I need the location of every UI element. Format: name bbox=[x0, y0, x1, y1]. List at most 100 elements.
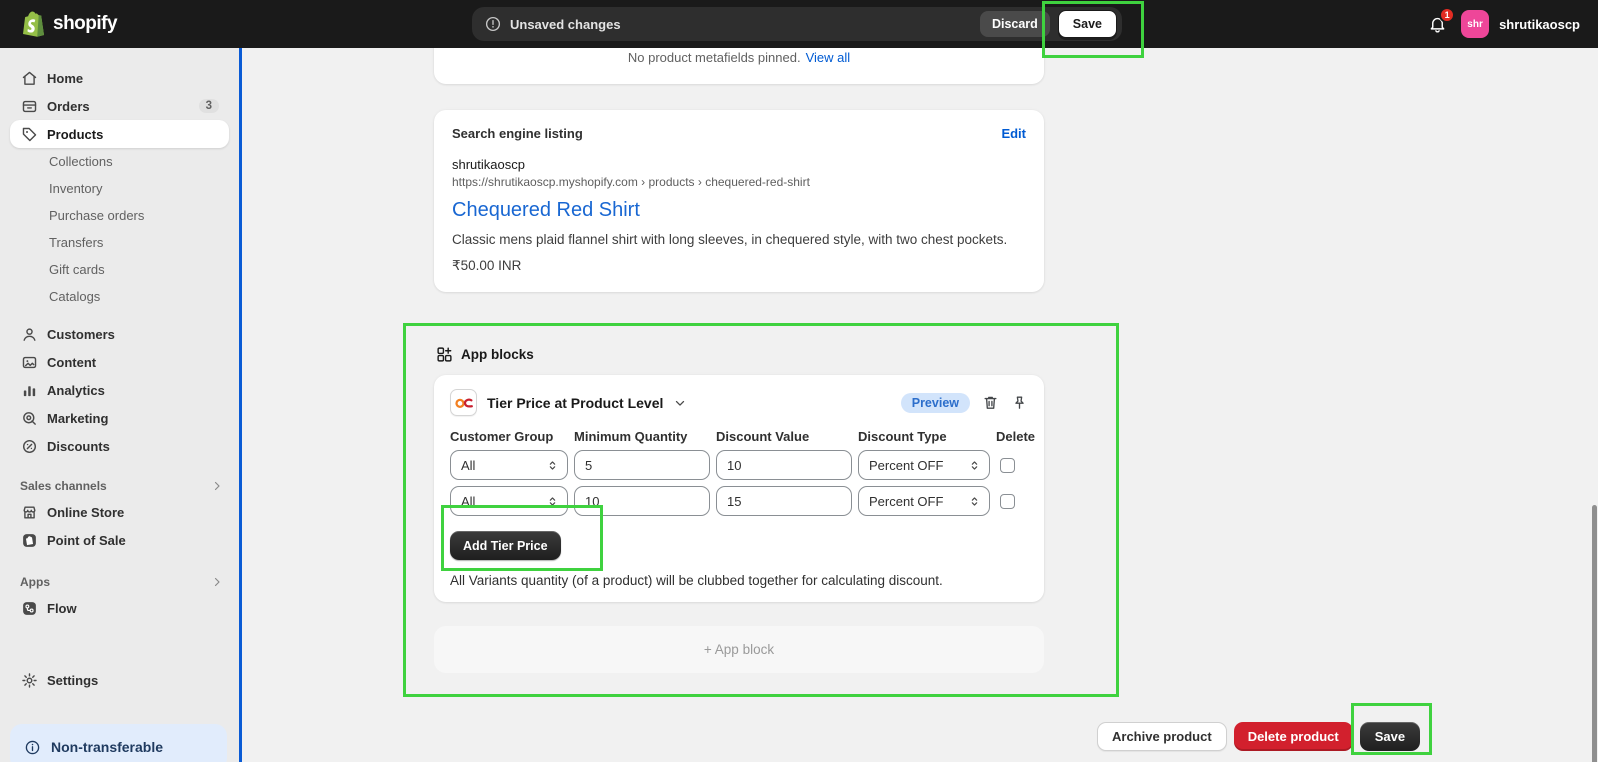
view-all-link[interactable]: View all bbox=[806, 50, 851, 65]
notifications-button[interactable]: 1 bbox=[1423, 10, 1451, 38]
unsaved-changes-bar: Unsaved changes Discard Save bbox=[472, 7, 1122, 41]
edit-link[interactable]: Edit bbox=[1001, 126, 1026, 141]
customer-group-select[interactable]: All bbox=[450, 486, 568, 516]
topbar-right: 1 shr shrutikaoscp bbox=[1423, 0, 1580, 48]
vertical-scrollbar[interactable] bbox=[1592, 505, 1597, 762]
point-of-sale-icon bbox=[20, 532, 38, 549]
seo-store-name: shrutikaoscp bbox=[452, 157, 1026, 172]
seo-page-title[interactable]: Chequered Red Shirt bbox=[452, 199, 1026, 222]
app-logo-icon bbox=[450, 389, 477, 416]
shopify-bag-icon bbox=[22, 10, 47, 38]
column-minimum-quantity: Minimum Quantity bbox=[574, 429, 710, 444]
sidebar-item-purchase-orders[interactable]: Purchase orders bbox=[10, 202, 229, 229]
tier-price-block-card: Tier Price at Product Level Preview Cust… bbox=[434, 375, 1044, 602]
add-tier-price-button[interactable]: Add Tier Price bbox=[450, 531, 561, 560]
sidebar-item-collections[interactable]: Collections bbox=[10, 148, 229, 175]
sidebar-item-catalogs[interactable]: Catalogs bbox=[10, 283, 229, 310]
trash-icon[interactable] bbox=[982, 394, 999, 411]
unsaved-changes-label: Unsaved changes bbox=[510, 17, 621, 32]
home-icon bbox=[20, 70, 38, 87]
sidebar-item-content[interactable]: Content bbox=[10, 348, 229, 376]
select-stepper-icon bbox=[968, 459, 981, 472]
discount-type-select[interactable]: Percent OFF bbox=[858, 450, 990, 480]
content-icon bbox=[20, 354, 38, 371]
sales-channels-header[interactable]: Sales channels bbox=[10, 474, 229, 498]
non-transferable-banner[interactable]: Non-transferable bbox=[10, 724, 227, 762]
tier-row: All Percent OFF bbox=[450, 486, 1028, 516]
discount-value-input[interactable] bbox=[716, 486, 852, 516]
save-button-top[interactable]: Save bbox=[1058, 10, 1117, 38]
sidebar-item-customers[interactable]: Customers bbox=[10, 320, 229, 348]
seo-breadcrumb-url: https://shrutikaoscp.myshopify.com › pro… bbox=[452, 175, 1026, 189]
seo-description: Classic mens plaid flannel shirt with lo… bbox=[452, 230, 1012, 250]
analytics-icon bbox=[20, 382, 38, 399]
add-app-block-button[interactable]: + App block bbox=[434, 626, 1044, 673]
shopify-logo[interactable]: shopify bbox=[22, 10, 117, 38]
discount-type-select[interactable]: Percent OFF bbox=[858, 486, 990, 516]
app-blocks-section-header: App blocks bbox=[434, 346, 1044, 363]
minimum-quantity-input[interactable] bbox=[574, 486, 710, 516]
sidebar-item-online-store[interactable]: Online Store bbox=[10, 498, 229, 526]
sidebar-item-gift-cards[interactable]: Gift cards bbox=[10, 256, 229, 283]
pin-icon[interactable] bbox=[1011, 394, 1028, 411]
delete-checkbox[interactable] bbox=[1000, 494, 1015, 509]
search-engine-listing-card: Search engine listing Edit shrutikaoscp … bbox=[434, 110, 1044, 292]
discount-value-input[interactable] bbox=[716, 450, 852, 480]
tier-row: All Percent OFF bbox=[450, 450, 1028, 480]
sidebar-item-settings[interactable]: Settings bbox=[10, 666, 229, 694]
customer-group-select[interactable]: All bbox=[450, 450, 568, 480]
sidebar-item-discounts[interactable]: Discounts bbox=[10, 432, 229, 460]
sidebar-item-flow[interactable]: Flow bbox=[10, 594, 229, 622]
app-blocks-icon bbox=[436, 346, 453, 363]
save-button-bottom[interactable]: Save bbox=[1360, 722, 1420, 751]
discounts-icon bbox=[20, 438, 38, 455]
shopify-wordmark: shopify bbox=[53, 13, 117, 35]
sidebar-item-marketing[interactable]: Marketing bbox=[10, 404, 229, 432]
orders-icon bbox=[20, 98, 38, 115]
delete-product-button[interactable]: Delete product bbox=[1234, 722, 1353, 751]
sidebar-divider bbox=[239, 48, 242, 762]
delete-checkbox[interactable] bbox=[1000, 458, 1015, 473]
select-stepper-icon bbox=[546, 495, 559, 508]
column-delete: Delete bbox=[996, 429, 1026, 444]
flow-icon bbox=[20, 600, 38, 617]
sidebar-item-transfers[interactable]: Transfers bbox=[10, 229, 229, 256]
info-icon bbox=[24, 739, 41, 756]
gear-icon bbox=[20, 672, 38, 689]
tier-block-title: Tier Price at Product Level bbox=[487, 395, 663, 411]
chevron-down-icon[interactable] bbox=[673, 396, 687, 410]
seo-card-title: Search engine listing bbox=[452, 126, 583, 141]
preview-badge[interactable]: Preview bbox=[901, 393, 970, 413]
chevron-right-icon bbox=[211, 480, 223, 492]
online-store-icon bbox=[20, 504, 38, 521]
discard-button[interactable]: Discard bbox=[980, 11, 1050, 37]
alert-circle-icon bbox=[484, 15, 502, 33]
metafields-empty-text: No product metafields pinned. bbox=[628, 50, 801, 65]
select-stepper-icon bbox=[546, 459, 559, 472]
sidebar-item-products[interactable]: Products bbox=[10, 120, 229, 148]
sidebar-item-orders[interactable]: Orders 3 bbox=[10, 92, 229, 120]
sidebar-item-point-of-sale[interactable]: Point of Sale bbox=[10, 526, 229, 554]
customers-icon bbox=[20, 326, 38, 343]
column-discount-type: Discount Type bbox=[858, 429, 990, 444]
select-stepper-icon bbox=[968, 495, 981, 508]
sidebar-item-analytics[interactable]: Analytics bbox=[10, 376, 229, 404]
store-name[interactable]: shrutikaoscp bbox=[1499, 17, 1580, 32]
archive-product-button[interactable]: Archive product bbox=[1097, 722, 1227, 751]
footer-actions: Archive product Delete product Save bbox=[1097, 722, 1420, 751]
products-tag-icon bbox=[20, 126, 38, 143]
apps-header[interactable]: Apps bbox=[10, 570, 229, 594]
main-content: No product metafields pinned. View all S… bbox=[242, 48, 1598, 762]
seo-price: ₹50.00 INR bbox=[452, 258, 1026, 274]
marketing-icon bbox=[20, 410, 38, 427]
minimum-quantity-input[interactable] bbox=[574, 450, 710, 480]
top-bar: shopify Unsaved changes Discard Save 1 s… bbox=[0, 0, 1598, 48]
notification-badge: 1 bbox=[1439, 7, 1455, 23]
tier-table-header: Customer Group Minimum Quantity Discount… bbox=[450, 429, 1028, 444]
chevron-right-icon bbox=[211, 576, 223, 588]
sidebar-item-inventory[interactable]: Inventory bbox=[10, 175, 229, 202]
metafields-card: No product metafields pinned. View all bbox=[434, 48, 1044, 84]
column-customer-group: Customer Group bbox=[450, 429, 568, 444]
avatar[interactable]: shr bbox=[1461, 10, 1489, 38]
sidebar-item-home[interactable]: Home bbox=[10, 64, 229, 92]
